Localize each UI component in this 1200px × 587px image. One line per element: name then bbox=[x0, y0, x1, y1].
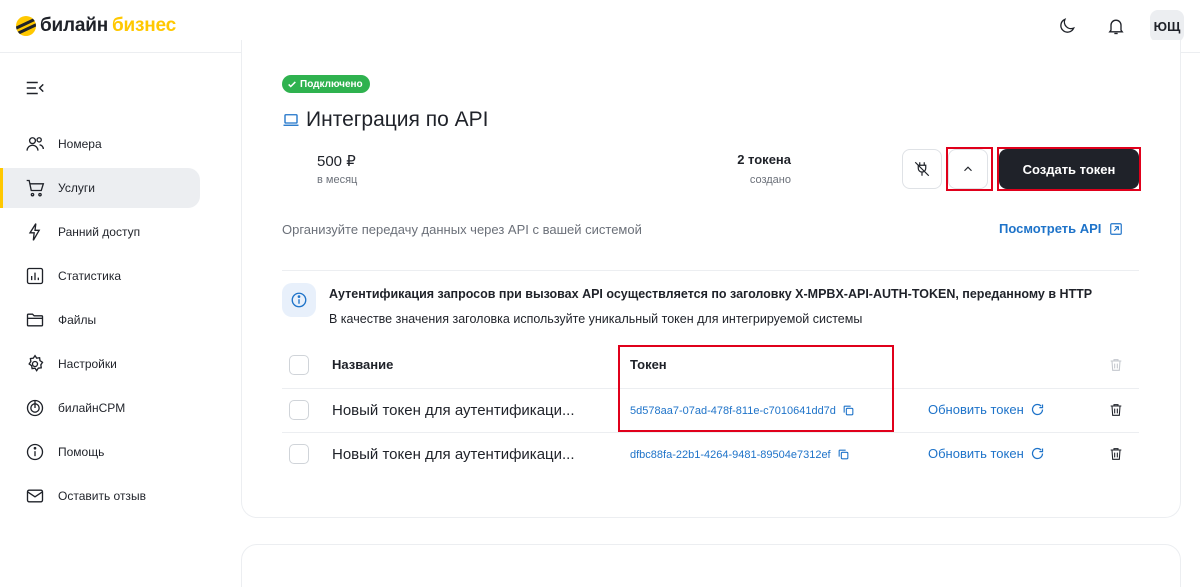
sidebar-item-label: Номера bbox=[58, 137, 102, 151]
info-icon bbox=[24, 441, 46, 463]
sidebar-item-services[interactable]: Услуги bbox=[0, 168, 200, 208]
sidebar-item-early-access[interactable]: Ранний доступ bbox=[0, 212, 200, 252]
sidebar-item-label: билайнCPM bbox=[58, 401, 126, 415]
stats-icon bbox=[24, 265, 46, 287]
tokens-count: 2 токена bbox=[737, 152, 791, 167]
divider bbox=[282, 270, 1139, 271]
info-icon bbox=[282, 283, 316, 317]
price-value: 500 ₽ bbox=[317, 153, 356, 170]
token-name: Новый токен для аутентификаци... bbox=[332, 446, 575, 463]
row-checkbox[interactable] bbox=[289, 444, 309, 464]
refresh-token-label: Обновить токен bbox=[928, 402, 1024, 417]
logo-text-brand: билайн bbox=[40, 15, 109, 36]
sidebar: Номера Услуги Ранний доступ Статистика Ф… bbox=[0, 53, 210, 587]
external-link-icon bbox=[1110, 222, 1123, 235]
highlight-box-collapse bbox=[946, 147, 993, 191]
sidebar-item-label: Статистика bbox=[58, 269, 122, 283]
plug-off-icon bbox=[914, 161, 930, 177]
sidebar-item-label: Файлы bbox=[58, 313, 97, 327]
tokens-caption: создано bbox=[749, 174, 791, 186]
row-divider bbox=[282, 432, 1139, 433]
crm-icon bbox=[24, 397, 46, 419]
logo-text-business: бизнес bbox=[112, 15, 177, 36]
sidebar-item-statistics[interactable]: Статистика bbox=[0, 256, 200, 296]
gear-icon bbox=[24, 353, 46, 375]
refresh-token-button[interactable]: Обновить токен bbox=[928, 446, 1045, 461]
beeline-business-logo[interactable]: билайн бизнес bbox=[16, 14, 176, 38]
mail-icon bbox=[24, 485, 46, 507]
sidebar-item-label: Настройки bbox=[58, 357, 117, 371]
sidebar-item-feedback[interactable]: Оставить отзыв bbox=[0, 476, 200, 516]
bell-icon[interactable] bbox=[1104, 14, 1128, 38]
moon-icon[interactable] bbox=[1055, 14, 1079, 38]
lightning-icon bbox=[24, 221, 46, 243]
select-all-checkbox[interactable] bbox=[289, 355, 309, 375]
view-api-label: Посмотреть API bbox=[999, 221, 1102, 236]
service-title-row: Интеграция по API bbox=[282, 108, 488, 132]
refresh-icon bbox=[1031, 403, 1043, 416]
token-name: Новый токен для аутентификаци... bbox=[332, 402, 575, 419]
trash-icon[interactable] bbox=[1107, 356, 1125, 374]
page-title: Интеграция по API bbox=[306, 108, 489, 131]
sidebar-item-settings[interactable]: Настройки bbox=[0, 344, 200, 384]
sidebar-item-label: Помощь bbox=[58, 445, 105, 459]
next-service-card bbox=[241, 544, 1181, 587]
folder-icon bbox=[24, 309, 46, 331]
column-header-name: Название bbox=[332, 357, 394, 372]
refresh-token-button[interactable]: Обновить токен bbox=[928, 402, 1045, 417]
trash-icon[interactable] bbox=[1107, 445, 1125, 463]
collapse-menu-icon[interactable] bbox=[24, 77, 46, 99]
refresh-icon bbox=[1031, 447, 1043, 460]
sidebar-item-numbers[interactable]: Номера bbox=[0, 124, 200, 164]
sidebar-item-label: Оставить отзыв bbox=[58, 489, 146, 503]
token-value[interactable]: dfbc88fa-22b1-4264-9481-89504e7312ef bbox=[630, 448, 850, 461]
sidebar-item-help[interactable]: Помощь bbox=[0, 432, 200, 472]
service-description: Организуйте передачу данных через API с … bbox=[282, 222, 642, 237]
status-badge: Подключено bbox=[282, 75, 370, 93]
row-checkbox[interactable] bbox=[289, 400, 309, 420]
token-value-text: dfbc88fa-22b1-4264-9481-89504e7312ef bbox=[630, 448, 831, 461]
info-text-auth: Аутентификация запросов при вызовах API … bbox=[329, 287, 1093, 301]
check-icon bbox=[288, 81, 296, 88]
status-badge-label: Подключено bbox=[300, 78, 363, 90]
disconnect-button[interactable] bbox=[902, 149, 942, 189]
cart-icon bbox=[24, 177, 46, 199]
copy-icon[interactable] bbox=[837, 448, 850, 461]
beeline-logo-icon bbox=[16, 16, 36, 36]
highlight-box-token bbox=[618, 345, 894, 432]
sidebar-item-label: Ранний доступ bbox=[58, 225, 141, 239]
trash-icon[interactable] bbox=[1107, 401, 1125, 419]
sidebar-item-crm[interactable]: билайнCPM bbox=[0, 388, 200, 428]
avatar[interactable]: ЮЩ bbox=[1150, 10, 1184, 42]
view-api-link[interactable]: Посмотреть API bbox=[999, 221, 1123, 236]
price-period: в месяц bbox=[317, 174, 358, 186]
info-text-token-usage: В качестве значения заголовка используйт… bbox=[329, 312, 863, 326]
highlight-box-create bbox=[997, 147, 1141, 191]
sidebar-item-files[interactable]: Файлы bbox=[0, 300, 200, 340]
refresh-token-label: Обновить токен bbox=[928, 446, 1024, 461]
users-icon bbox=[24, 133, 46, 155]
sidebar-item-label: Услуги bbox=[58, 181, 95, 195]
laptop-icon bbox=[283, 114, 299, 126]
